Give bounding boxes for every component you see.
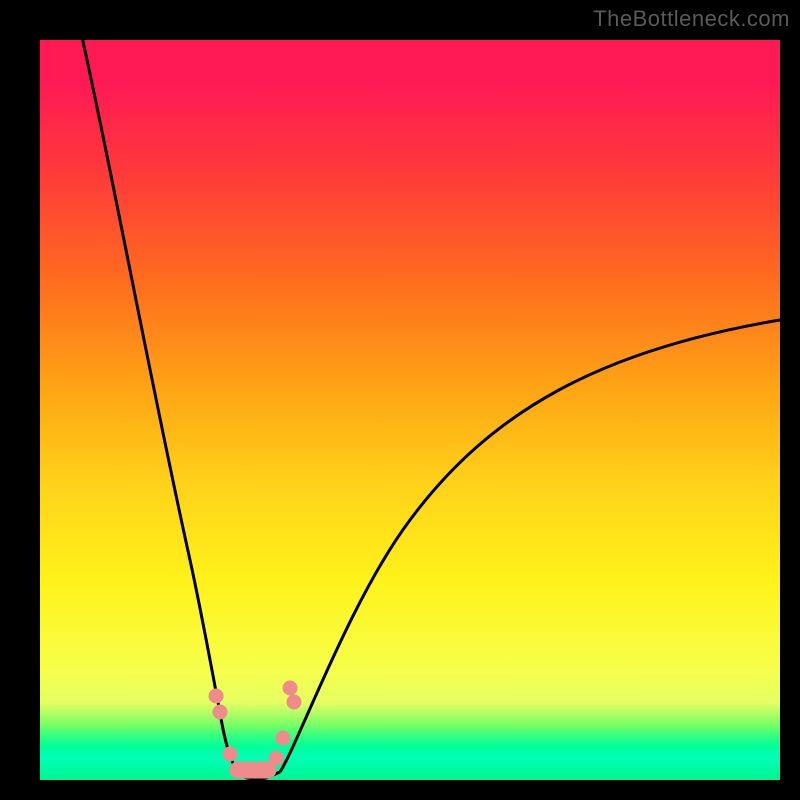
- marker-dot: [223, 747, 237, 761]
- marker-dot: [283, 681, 297, 695]
- plot-area: [40, 40, 780, 780]
- marker-bar: [230, 762, 276, 778]
- marker-dot: [287, 695, 301, 709]
- marker-dot: [209, 689, 223, 703]
- marker-dot: [213, 705, 227, 719]
- marker-dot: [276, 731, 290, 745]
- curve-left-branch: [76, 40, 240, 775]
- chart-frame: TheBottleneck.com: [0, 0, 800, 800]
- bottleneck-curve: [40, 40, 780, 780]
- watermark-text: TheBottleneck.com: [593, 6, 790, 32]
- curve-right-branch: [280, 320, 780, 772]
- marker-dot: [269, 751, 283, 765]
